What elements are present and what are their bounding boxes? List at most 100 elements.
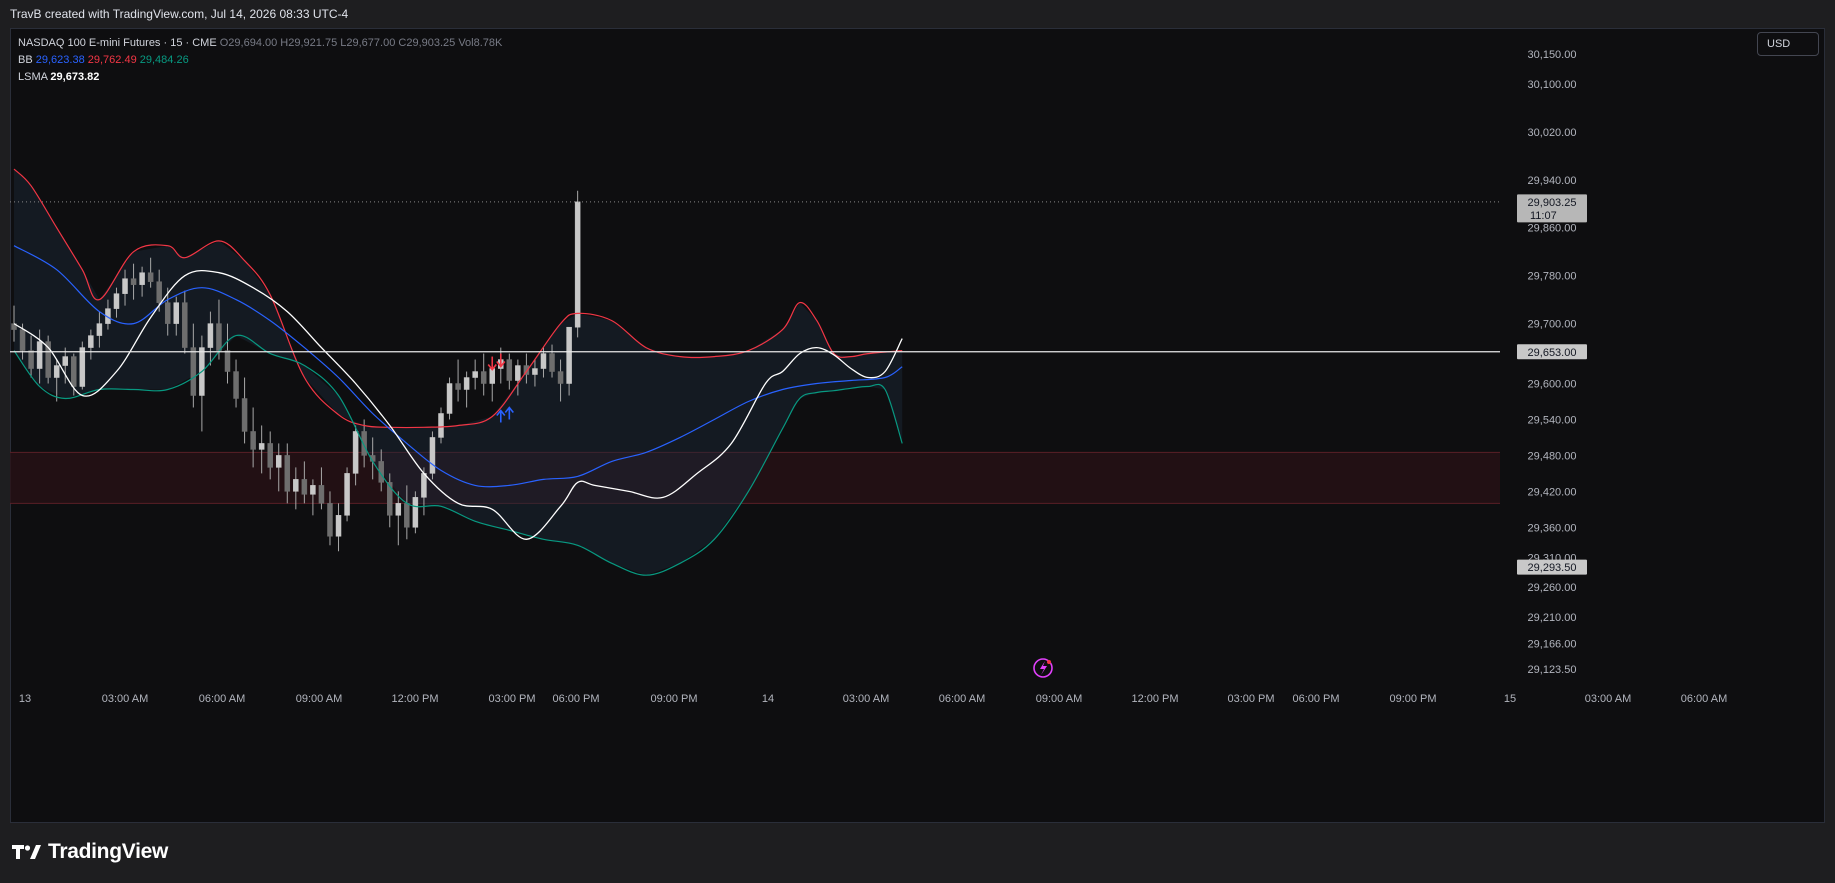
price-label-box: 29,653.00 <box>1517 344 1587 360</box>
candle <box>233 359 239 408</box>
x-tick-label: 03:00 AM <box>102 693 148 705</box>
x-tick-label: 06:00 AM <box>1681 693 1727 705</box>
candle-body <box>156 281 162 303</box>
candle-body <box>36 341 43 369</box>
price-label-box: 29,903.2511:07 <box>1517 194 1587 223</box>
lsma-value: 29,673.82 <box>50 71 100 83</box>
candle <box>199 335 205 432</box>
y-tick-label: 29,166.00 <box>1528 639 1577 651</box>
y-tick-label: 29,480.00 <box>1528 450 1577 462</box>
y-tick-label: 29,260.00 <box>1528 582 1577 594</box>
candle-body <box>472 371 478 378</box>
volume-value: 8.78K <box>473 37 503 49</box>
y-tick-label: 29,860.00 <box>1528 223 1577 235</box>
y-tick-label: 29,123.50 <box>1528 664 1577 676</box>
candle-body <box>207 323 214 348</box>
x-tick-label: 03:00 PM <box>1227 693 1274 705</box>
candle-body <box>130 278 137 285</box>
candle-body <box>275 455 282 468</box>
candle-body <box>216 323 222 351</box>
bb-basis-value: 29,623.38 <box>35 54 85 66</box>
ohlc-open-value: 29,694.00 <box>228 37 278 49</box>
candle-body <box>28 350 34 369</box>
candle-body <box>532 368 538 375</box>
x-tick-label: 03:00 AM <box>843 693 889 705</box>
x-tick-label: 09:00 PM <box>650 693 697 705</box>
candle-body <box>566 326 572 384</box>
candle-body <box>463 377 470 390</box>
price-label-text: 29,903.25 <box>1528 197 1577 209</box>
candle <box>489 365 495 402</box>
candle-body <box>506 359 513 381</box>
flash-icon-dot <box>1047 660 1051 664</box>
lsma-label: LSMA <box>18 71 48 83</box>
x-tick-label: 06:00 PM <box>552 693 599 705</box>
candle-body <box>79 347 86 387</box>
volume-label: Vol <box>458 37 474 49</box>
candle-body <box>241 398 248 432</box>
legend-lsma-row[interactable]: LSMA 29,673.82 <box>18 69 502 86</box>
symbol-name[interactable]: NASDAQ 100 E-mini Futures · 15 · CME <box>18 37 217 49</box>
candle-body <box>480 371 487 384</box>
candle-body <box>233 371 239 399</box>
y-tick-label: 29,700.00 <box>1528 319 1577 331</box>
legend-bb-row[interactable]: BB 29,623.38 29,762.49 29,484.26 <box>18 52 502 69</box>
tradingview-logo-text: TradingView <box>48 840 169 863</box>
candle-body <box>515 365 521 381</box>
candle-body <box>361 431 367 456</box>
currency-button[interactable]: USD <box>1757 32 1819 56</box>
y-tick-label: 29,940.00 <box>1528 175 1577 187</box>
candle-body <box>53 365 60 378</box>
candle-body <box>122 278 128 294</box>
candle-body <box>182 302 188 348</box>
candle-body <box>549 353 555 372</box>
ohlc-low-value: 29,677.00 <box>346 37 396 49</box>
y-tick-label: 29,210.00 <box>1528 612 1577 624</box>
x-tick-label: 03:00 PM <box>488 693 535 705</box>
x-tick-label: 03:00 AM <box>1585 693 1631 705</box>
x-tick-label: 06:00 AM <box>939 693 985 705</box>
candle-body <box>71 356 77 387</box>
candle-body <box>327 503 333 537</box>
candle-body <box>438 413 444 438</box>
candle-body <box>301 479 308 495</box>
x-tick-label: 14 <box>762 693 774 705</box>
candle-body <box>258 443 265 450</box>
x-tick-label: 15 <box>1504 693 1516 705</box>
candle-body <box>455 383 461 390</box>
candle <box>455 359 461 402</box>
candle-body <box>164 302 171 324</box>
candle-body <box>412 497 419 528</box>
price-chart[interactable]: 30,150.00 30,100.00 30,020.00 29,940.00 29,8… <box>10 28 1825 823</box>
x-tick-label: 06:00 AM <box>199 693 245 705</box>
price-label-box: 29,293.50 <box>1517 559 1587 575</box>
y-tick-label: 29,540.00 <box>1528 414 1577 426</box>
bar-countdown-text: 11:07 <box>1530 210 1557 222</box>
candle-body <box>267 443 273 468</box>
candle <box>344 467 350 522</box>
candle <box>429 431 436 480</box>
x-tick-label: 09:00 PM <box>1389 693 1436 705</box>
candle <box>472 359 478 390</box>
legend-symbol-row: NASDAQ 100 E-mini Futures · 15 · CME O29… <box>18 35 502 52</box>
y-tick-label: 29,780.00 <box>1528 271 1577 283</box>
candle-body <box>557 371 564 384</box>
candle-body <box>293 479 299 492</box>
candle-body <box>318 485 325 504</box>
y-tick-label: 30,020.00 <box>1528 127 1577 139</box>
x-tick-label: 13 <box>19 693 31 705</box>
sell-arrow-icon <box>487 356 497 371</box>
candle-body <box>310 485 316 495</box>
footer-bar <box>0 823 1835 883</box>
tradingview-logo[interactable]: TradingView <box>12 840 168 864</box>
flash-icon[interactable] <box>1033 658 1053 678</box>
candle-body <box>284 455 291 492</box>
candle <box>412 491 419 534</box>
candle-body <box>224 350 231 372</box>
y-tick-label: 29,600.00 <box>1528 379 1577 391</box>
candle <box>45 335 51 384</box>
candle <box>241 377 248 444</box>
candle-body <box>173 302 180 324</box>
x-tick-label: 12:00 PM <box>1131 693 1178 705</box>
x-tick-label: 09:00 AM <box>296 693 342 705</box>
